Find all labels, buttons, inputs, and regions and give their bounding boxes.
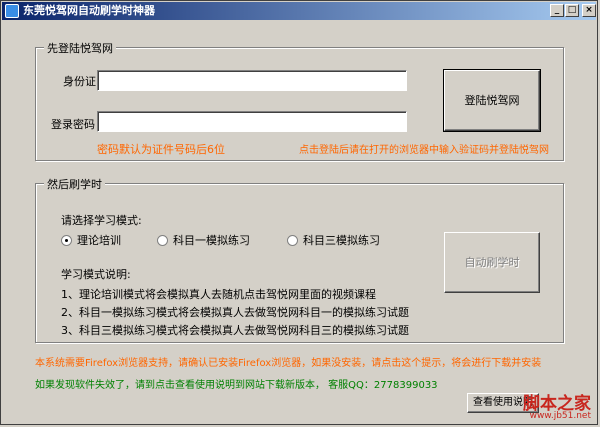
radio-label: 科目一模拟练习 — [173, 234, 250, 247]
password-input[interactable] — [97, 111, 407, 132]
password-label: 登录密码 — [51, 118, 95, 131]
title-bar[interactable]: 东莞悦驾网自动刷学时神器 _ □ × — [2, 2, 596, 20]
watermark-url: www.jb51.net — [529, 411, 591, 421]
update-notice: 如果发现软件失效了，请到点击查看使用说明到网站下载新版本， 客服QQ：27783… — [35, 380, 438, 391]
window-title: 东莞悦驾网自动刷学时神器 — [23, 4, 155, 17]
mode-description-title: 学习模式说明: — [61, 268, 131, 281]
radio-dot — [287, 234, 298, 246]
study-group-title: 然后刷学时 — [44, 176, 105, 192]
radio-theory[interactable]: 理论培训 — [61, 232, 121, 248]
radio-label: 理论培训 — [77, 234, 121, 247]
maximize-button[interactable]: □ — [565, 4, 579, 17]
mode-prompt: 请选择学习模式: — [61, 214, 142, 227]
mode-description-line: 2、科目一模拟练习模式将会模拟真人去做驾悦网科目一的模拟练习试题 — [61, 306, 409, 319]
close-button[interactable]: × — [582, 4, 596, 17]
login-group-title: 先登陆悦驾网 — [44, 40, 116, 56]
radio-subject-one[interactable]: 科目一模拟练习 — [157, 232, 250, 248]
minimize-button[interactable]: _ — [550, 4, 564, 17]
id-input[interactable] — [97, 70, 407, 91]
login-button[interactable]: 登陆悦驾网 — [443, 69, 541, 132]
radio-dot — [61, 234, 72, 246]
password-hint: 密码默认为证件号码后6位 — [97, 143, 225, 156]
id-label: 身份证 — [63, 75, 96, 88]
mode-description-line: 1、理论培训模式将会模拟真人去随机点击驾悦网里面的视频课程 — [61, 288, 376, 301]
mode-description-line: 3、科目三模拟练习模式将会模拟真人去做驾悦网科目三的模拟练习试题 — [61, 324, 409, 337]
firefox-download-link[interactable]: 本系统需要Firefox浏览器支持，请确认已安装Firefox浏览器，如果没安装… — [35, 354, 541, 369]
radio-label: 科目三模拟练习 — [303, 234, 380, 247]
auto-study-button[interactable]: 自动刷学时 — [444, 232, 540, 293]
radio-dot — [157, 234, 168, 246]
app-window: 东莞悦驾网自动刷学时神器 _ □ × 先登陆悦驾网 身份证 登录密码 登陆悦驾网… — [0, 0, 598, 425]
app-icon — [5, 4, 19, 18]
login-hint: 点击登陆后请在打开的浏览器中输入验证码并登陆悦驾网 — [299, 145, 549, 156]
radio-subject-three[interactable]: 科目三模拟练习 — [287, 232, 380, 248]
